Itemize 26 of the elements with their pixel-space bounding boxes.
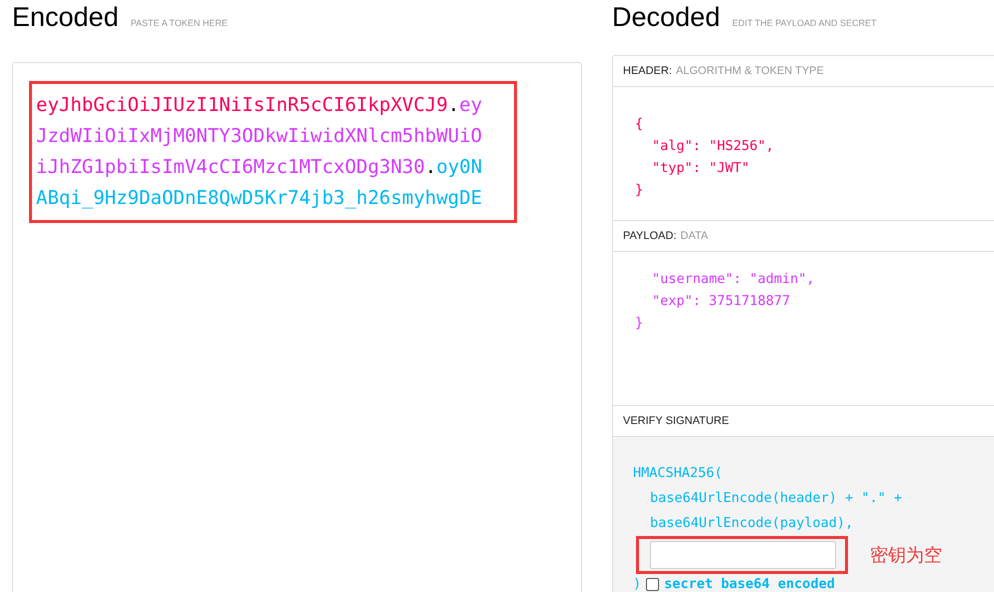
secret-input[interactable] <box>650 541 836 569</box>
code-line[interactable]: { <box>635 113 994 135</box>
section-label: PAYLOAD: <box>623 230 676 242</box>
code-line[interactable]: "typ": "JWT" <box>635 157 994 179</box>
code-line: HMACSHA256( <box>633 464 724 483</box>
section-label: HEADER: <box>623 65 672 77</box>
encoded-title: Encoded <box>12 2 119 33</box>
token-input-area[interactable]: eyJhbGciOiJIUzI1NiIsInR5cCI6IkpXVCJ9.eyJzdWIiOiIxMjM0NTY3ODkwIiwidXNlcm5hbWUiOiJhZG1pbiIsImV4cCI6Mzc1MTcxODg3N30.oy0NABqi_9Hz9DaODnE8QwD5Kr74jb3_h26smyhwgDE <box>12 62 582 592</box>
code-line[interactable]: } <box>635 312 994 334</box>
code-line[interactable]: "alg": "HS256", <box>635 135 994 157</box>
encoded-subtitle: PASTE A TOKEN HERE <box>130 18 228 28</box>
code-line[interactable]: "username": "admin", <box>635 268 994 290</box>
section-label: VERIFY SIGNATURE <box>623 415 729 427</box>
decoded-title: Decoded <box>612 2 720 33</box>
checkbox[interactable] <box>646 578 660 590</box>
code-line[interactable]: } <box>635 179 994 201</box>
code-paren: ) <box>633 576 642 592</box>
jwt-token: eyJhbGciOiJIUzI1NiIsInR5cCI6IkpXVCJ9.eyJzdWIiOiIxMjM0NTY3ODkwIiwidXNlcm5hbWUiOiJhZG1pbiIsImV4cCI6Mzc1MTcxODg3N30.oy0NABqi_9Hz9DaODnE8QwD5Kr74jb3_h26smyhwgDE <box>36 93 484 211</box>
checkbox-label[interactable]: secret base64 encoded <box>664 576 835 592</box>
annotation-text: 密钥为空 <box>870 544 942 567</box>
decoded-subtitle: EDIT THE PAYLOAD AND SECRET <box>732 18 876 28</box>
code-line: base64UrlEncode(header) + "." + <box>649 489 903 508</box>
section-hint: ALGORITHM & TOKEN TYPE <box>676 65 824 77</box>
section-hint: DATA <box>680 230 708 242</box>
code-line: base64UrlEncode(payload), <box>649 514 854 533</box>
code-line[interactable]: "exp": 3751718877 <box>635 290 994 312</box>
